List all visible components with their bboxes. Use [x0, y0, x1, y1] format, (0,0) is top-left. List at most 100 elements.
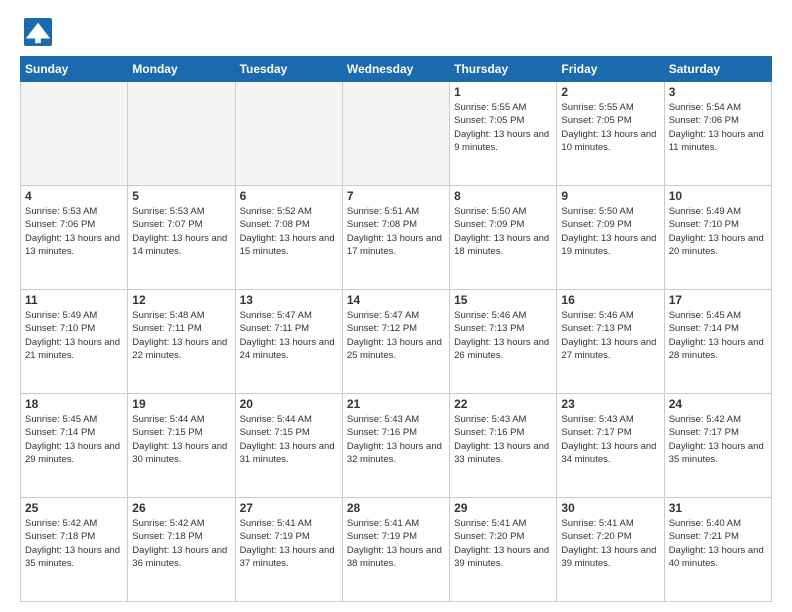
calendar-cell: 19 Sunrise: 5:44 AMSunset: 7:15 PMDaylig… — [128, 394, 235, 498]
day-number: 27 — [240, 501, 338, 515]
day-number: 23 — [561, 397, 659, 411]
day-info: Sunrise: 5:55 AMSunset: 7:05 PMDaylight:… — [454, 101, 552, 154]
day-number: 21 — [347, 397, 445, 411]
calendar-cell — [21, 82, 128, 186]
day-number: 22 — [454, 397, 552, 411]
day-number: 15 — [454, 293, 552, 307]
calendar-cell: 11 Sunrise: 5:49 AMSunset: 7:10 PMDaylig… — [21, 290, 128, 394]
calendar-table: SundayMondayTuesdayWednesdayThursdayFrid… — [20, 56, 772, 602]
calendar-cell: 22 Sunrise: 5:43 AMSunset: 7:16 PMDaylig… — [450, 394, 557, 498]
calendar-cell: 16 Sunrise: 5:46 AMSunset: 7:13 PMDaylig… — [557, 290, 664, 394]
logo-icon — [24, 18, 52, 46]
day-info: Sunrise: 5:44 AMSunset: 7:15 PMDaylight:… — [132, 413, 230, 466]
calendar-cell: 4 Sunrise: 5:53 AMSunset: 7:06 PMDayligh… — [21, 186, 128, 290]
calendar-cell — [235, 82, 342, 186]
calendar-cell: 21 Sunrise: 5:43 AMSunset: 7:16 PMDaylig… — [342, 394, 449, 498]
calendar-cell: 9 Sunrise: 5:50 AMSunset: 7:09 PMDayligh… — [557, 186, 664, 290]
calendar-week-2: 11 Sunrise: 5:49 AMSunset: 7:10 PMDaylig… — [21, 290, 772, 394]
day-info: Sunrise: 5:42 AMSunset: 7:17 PMDaylight:… — [669, 413, 767, 466]
day-number: 10 — [669, 189, 767, 203]
day-info: Sunrise: 5:46 AMSunset: 7:13 PMDaylight:… — [561, 309, 659, 362]
day-number: 8 — [454, 189, 552, 203]
calendar-cell: 5 Sunrise: 5:53 AMSunset: 7:07 PMDayligh… — [128, 186, 235, 290]
day-info: Sunrise: 5:44 AMSunset: 7:15 PMDaylight:… — [240, 413, 338, 466]
day-number: 25 — [25, 501, 123, 515]
day-info: Sunrise: 5:50 AMSunset: 7:09 PMDaylight:… — [561, 205, 659, 258]
calendar-cell: 30 Sunrise: 5:41 AMSunset: 7:20 PMDaylig… — [557, 498, 664, 602]
day-number: 2 — [561, 85, 659, 99]
day-info: Sunrise: 5:43 AMSunset: 7:17 PMDaylight:… — [561, 413, 659, 466]
calendar-cell: 1 Sunrise: 5:55 AMSunset: 7:05 PMDayligh… — [450, 82, 557, 186]
calendar-cell: 8 Sunrise: 5:50 AMSunset: 7:09 PMDayligh… — [450, 186, 557, 290]
calendar-cell: 23 Sunrise: 5:43 AMSunset: 7:17 PMDaylig… — [557, 394, 664, 498]
calendar-week-4: 25 Sunrise: 5:42 AMSunset: 7:18 PMDaylig… — [21, 498, 772, 602]
calendar-cell: 20 Sunrise: 5:44 AMSunset: 7:15 PMDaylig… — [235, 394, 342, 498]
calendar-cell: 15 Sunrise: 5:46 AMSunset: 7:13 PMDaylig… — [450, 290, 557, 394]
day-number: 19 — [132, 397, 230, 411]
day-info: Sunrise: 5:43 AMSunset: 7:16 PMDaylight:… — [347, 413, 445, 466]
day-number: 5 — [132, 189, 230, 203]
calendar-cell: 3 Sunrise: 5:54 AMSunset: 7:06 PMDayligh… — [664, 82, 771, 186]
calendar-cell: 29 Sunrise: 5:41 AMSunset: 7:20 PMDaylig… — [450, 498, 557, 602]
day-info: Sunrise: 5:42 AMSunset: 7:18 PMDaylight:… — [25, 517, 123, 570]
calendar-cell: 28 Sunrise: 5:41 AMSunset: 7:19 PMDaylig… — [342, 498, 449, 602]
day-number: 28 — [347, 501, 445, 515]
day-info: Sunrise: 5:52 AMSunset: 7:08 PMDaylight:… — [240, 205, 338, 258]
calendar-cell: 7 Sunrise: 5:51 AMSunset: 7:08 PMDayligh… — [342, 186, 449, 290]
day-info: Sunrise: 5:41 AMSunset: 7:19 PMDaylight:… — [240, 517, 338, 570]
calendar-cell: 18 Sunrise: 5:45 AMSunset: 7:14 PMDaylig… — [21, 394, 128, 498]
calendar-cell: 25 Sunrise: 5:42 AMSunset: 7:18 PMDaylig… — [21, 498, 128, 602]
page: SundayMondayTuesdayWednesdayThursdayFrid… — [0, 0, 792, 612]
calendar-week-0: 1 Sunrise: 5:55 AMSunset: 7:05 PMDayligh… — [21, 82, 772, 186]
day-number: 11 — [25, 293, 123, 307]
day-info: Sunrise: 5:54 AMSunset: 7:06 PMDaylight:… — [669, 101, 767, 154]
day-number: 3 — [669, 85, 767, 99]
calendar-cell: 31 Sunrise: 5:40 AMSunset: 7:21 PMDaylig… — [664, 498, 771, 602]
day-number: 7 — [347, 189, 445, 203]
day-number: 29 — [454, 501, 552, 515]
day-info: Sunrise: 5:55 AMSunset: 7:05 PMDaylight:… — [561, 101, 659, 154]
day-number: 17 — [669, 293, 767, 307]
day-number: 30 — [561, 501, 659, 515]
day-info: Sunrise: 5:42 AMSunset: 7:18 PMDaylight:… — [132, 517, 230, 570]
day-header-tuesday: Tuesday — [235, 57, 342, 82]
day-info: Sunrise: 5:43 AMSunset: 7:16 PMDaylight:… — [454, 413, 552, 466]
calendar-cell: 17 Sunrise: 5:45 AMSunset: 7:14 PMDaylig… — [664, 290, 771, 394]
day-header-saturday: Saturday — [664, 57, 771, 82]
day-header-sunday: Sunday — [21, 57, 128, 82]
day-header-monday: Monday — [128, 57, 235, 82]
day-info: Sunrise: 5:53 AMSunset: 7:07 PMDaylight:… — [132, 205, 230, 258]
day-info: Sunrise: 5:45 AMSunset: 7:14 PMDaylight:… — [25, 413, 123, 466]
day-info: Sunrise: 5:51 AMSunset: 7:08 PMDaylight:… — [347, 205, 445, 258]
day-number: 24 — [669, 397, 767, 411]
calendar-cell: 14 Sunrise: 5:47 AMSunset: 7:12 PMDaylig… — [342, 290, 449, 394]
day-number: 4 — [25, 189, 123, 203]
calendar-cell: 10 Sunrise: 5:49 AMSunset: 7:10 PMDaylig… — [664, 186, 771, 290]
day-number: 31 — [669, 501, 767, 515]
day-info: Sunrise: 5:47 AMSunset: 7:11 PMDaylight:… — [240, 309, 338, 362]
header — [20, 18, 772, 46]
day-info: Sunrise: 5:50 AMSunset: 7:09 PMDaylight:… — [454, 205, 552, 258]
day-number: 16 — [561, 293, 659, 307]
calendar-header-row: SundayMondayTuesdayWednesdayThursdayFrid… — [21, 57, 772, 82]
calendar-cell: 13 Sunrise: 5:47 AMSunset: 7:11 PMDaylig… — [235, 290, 342, 394]
day-header-thursday: Thursday — [450, 57, 557, 82]
day-number: 1 — [454, 85, 552, 99]
calendar-week-1: 4 Sunrise: 5:53 AMSunset: 7:06 PMDayligh… — [21, 186, 772, 290]
day-number: 9 — [561, 189, 659, 203]
calendar-cell: 6 Sunrise: 5:52 AMSunset: 7:08 PMDayligh… — [235, 186, 342, 290]
calendar-cell: 27 Sunrise: 5:41 AMSunset: 7:19 PMDaylig… — [235, 498, 342, 602]
day-info: Sunrise: 5:45 AMSunset: 7:14 PMDaylight:… — [669, 309, 767, 362]
day-number: 6 — [240, 189, 338, 203]
calendar-cell: 26 Sunrise: 5:42 AMSunset: 7:18 PMDaylig… — [128, 498, 235, 602]
day-info: Sunrise: 5:41 AMSunset: 7:20 PMDaylight:… — [561, 517, 659, 570]
calendar-week-3: 18 Sunrise: 5:45 AMSunset: 7:14 PMDaylig… — [21, 394, 772, 498]
day-number: 12 — [132, 293, 230, 307]
day-number: 14 — [347, 293, 445, 307]
day-number: 18 — [25, 397, 123, 411]
logo — [20, 18, 52, 46]
day-info: Sunrise: 5:47 AMSunset: 7:12 PMDaylight:… — [347, 309, 445, 362]
calendar-cell: 24 Sunrise: 5:42 AMSunset: 7:17 PMDaylig… — [664, 394, 771, 498]
calendar-cell: 2 Sunrise: 5:55 AMSunset: 7:05 PMDayligh… — [557, 82, 664, 186]
day-info: Sunrise: 5:46 AMSunset: 7:13 PMDaylight:… — [454, 309, 552, 362]
